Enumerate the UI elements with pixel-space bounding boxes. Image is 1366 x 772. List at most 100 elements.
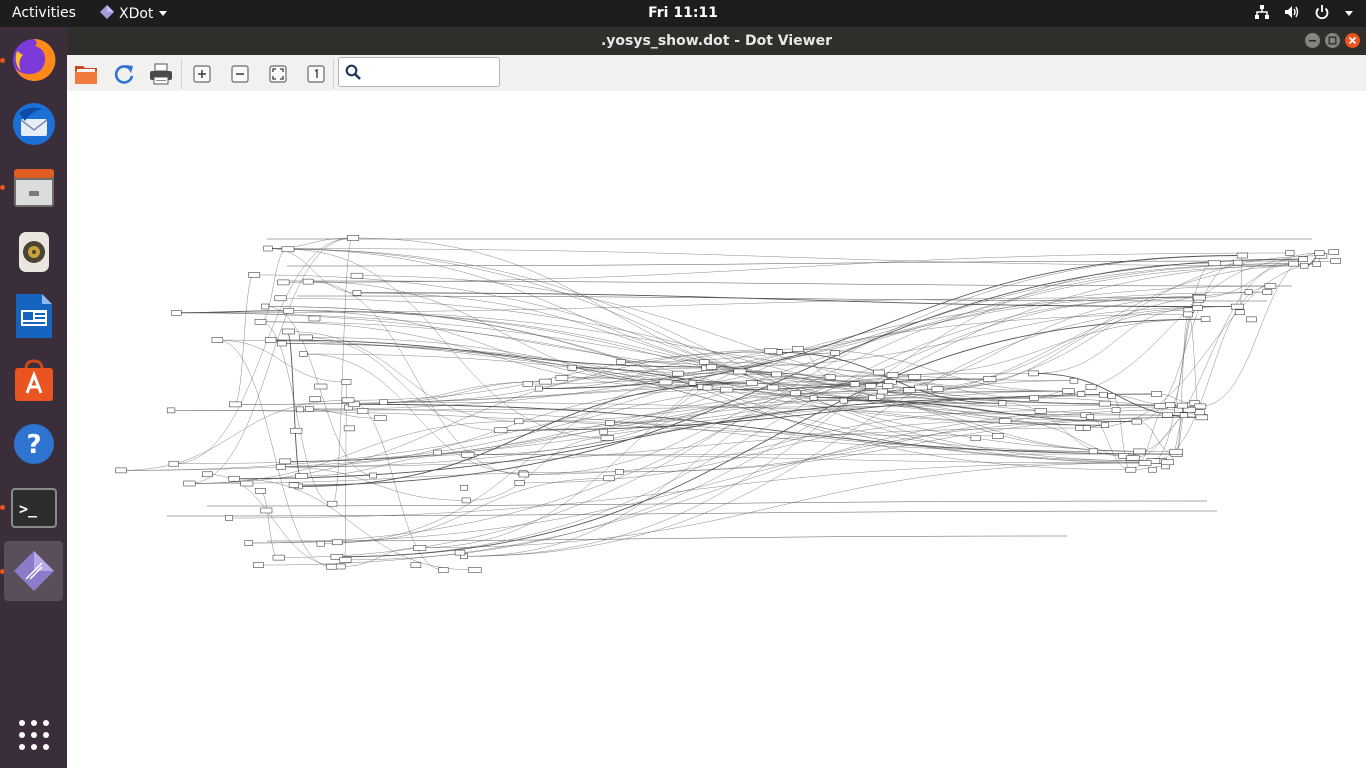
power-icon[interactable] <box>1314 4 1330 24</box>
graph-node[interactable] <box>438 567 449 573</box>
graph-node[interactable] <box>356 408 369 414</box>
graph-node[interactable] <box>274 295 287 302</box>
graph-node[interactable] <box>339 557 352 563</box>
graph-node[interactable] <box>931 386 944 392</box>
graph-node[interactable] <box>706 364 717 370</box>
graph-node[interactable] <box>202 471 213 478</box>
graph-node[interactable] <box>514 480 525 486</box>
network-icon[interactable] <box>1254 4 1270 24</box>
graph-node[interactable] <box>1298 256 1308 262</box>
graph-node[interactable] <box>461 497 471 504</box>
graph-node[interactable] <box>461 451 475 458</box>
graph-node[interactable] <box>296 406 304 413</box>
graph-node[interactable] <box>281 328 295 335</box>
graph-node[interactable] <box>1236 252 1248 259</box>
graph-node[interactable] <box>277 340 287 347</box>
window-titlebar[interactable]: .yosys_show.dot - Dot Viewer <box>67 27 1366 55</box>
print-button[interactable] <box>148 61 174 87</box>
graph-node[interactable] <box>1195 414 1208 421</box>
show-applications-button[interactable] <box>4 705 63 764</box>
graph-node[interactable] <box>1162 411 1173 418</box>
graph-node[interactable] <box>1194 409 1205 416</box>
graph-node[interactable] <box>998 418 1012 424</box>
dock-item-xdot[interactable] <box>4 541 63 601</box>
graph-node[interactable] <box>288 482 299 488</box>
dock-item-help[interactable]: ? <box>4 414 63 473</box>
graph-node[interactable] <box>539 378 552 385</box>
graph-node[interactable] <box>615 469 624 475</box>
graph-node[interactable] <box>343 425 355 432</box>
graph-node[interactable] <box>228 475 240 482</box>
graph-node[interactable] <box>658 379 673 386</box>
graph-node[interactable] <box>299 334 313 341</box>
graph-node[interactable] <box>1069 377 1079 384</box>
graph-node[interactable] <box>764 348 778 354</box>
graph-node[interactable] <box>350 272 364 279</box>
graph-node[interactable] <box>1101 422 1109 428</box>
graph-node[interactable] <box>433 449 442 456</box>
graph-node[interactable] <box>352 290 362 296</box>
graph-node[interactable] <box>790 390 801 397</box>
graph-node[interactable] <box>886 372 899 378</box>
graph-node[interactable] <box>295 473 309 479</box>
graph-node[interactable] <box>272 554 285 561</box>
graph-node[interactable] <box>1088 448 1098 455</box>
graph-node[interactable] <box>468 567 482 573</box>
graph-node[interactable] <box>1183 311 1193 318</box>
graph-node[interactable] <box>1082 425 1091 431</box>
graph-node[interactable] <box>983 376 997 382</box>
graph-node[interactable] <box>327 500 338 507</box>
graph-node[interactable] <box>1192 305 1203 311</box>
graph-node[interactable] <box>168 460 179 467</box>
graph-node[interactable] <box>1098 391 1108 398</box>
graph-node[interactable] <box>1126 455 1140 461</box>
graph-node[interactable] <box>1098 400 1111 407</box>
graph-node[interactable] <box>534 385 543 392</box>
graph-node[interactable] <box>771 371 782 378</box>
graph-node[interactable] <box>616 359 626 365</box>
graph-node[interactable] <box>316 540 325 547</box>
graph-node[interactable] <box>1312 261 1321 267</box>
graph-node[interactable] <box>850 381 860 387</box>
graph-node[interactable] <box>839 397 848 404</box>
graph-node[interactable] <box>1148 466 1157 473</box>
graph-node[interactable] <box>1125 466 1137 473</box>
graph-node[interactable] <box>1085 384 1097 390</box>
graph-node[interactable] <box>1086 414 1095 420</box>
graph-node[interactable] <box>308 315 321 322</box>
zoom-fit-button[interactable] <box>265 61 291 87</box>
dock-item-firefox[interactable] <box>4 30 63 89</box>
graph-node[interactable] <box>567 364 577 371</box>
graph-node[interactable] <box>603 475 615 482</box>
system-tray[interactable] <box>1254 4 1354 24</box>
graph-node[interactable] <box>1328 249 1340 255</box>
dock-item-rhythmbox[interactable] <box>4 222 63 281</box>
graph-node[interactable] <box>1314 250 1325 256</box>
graph-node[interactable] <box>281 246 295 253</box>
volume-icon[interactable] <box>1284 4 1300 24</box>
graph-node[interactable] <box>600 435 614 441</box>
graph-node[interactable] <box>341 379 352 385</box>
graph-node[interactable] <box>410 562 422 568</box>
graph-node[interactable] <box>873 369 885 376</box>
graph-node[interactable] <box>908 374 922 380</box>
graph-node[interactable] <box>1151 391 1163 397</box>
graph-node[interactable] <box>290 427 303 434</box>
graph-node[interactable] <box>992 433 1004 439</box>
graph-node[interactable] <box>260 507 273 514</box>
graph-node[interactable] <box>876 393 885 400</box>
graph-node[interactable] <box>830 350 840 356</box>
graph-node[interactable] <box>225 515 233 521</box>
graph-node[interactable] <box>413 545 427 551</box>
graph-node[interactable] <box>1262 289 1273 295</box>
graph-node[interactable] <box>1264 283 1277 289</box>
graph-node[interactable] <box>493 427 508 434</box>
graph-node[interactable] <box>347 235 360 241</box>
graph-node[interactable] <box>702 384 713 391</box>
graph-node[interactable] <box>1028 370 1039 377</box>
graph-node[interactable] <box>211 337 224 343</box>
graph-node[interactable] <box>299 351 308 357</box>
graph-node[interactable] <box>314 383 328 390</box>
search-input[interactable] <box>367 62 496 84</box>
graph-node[interactable] <box>229 401 242 408</box>
